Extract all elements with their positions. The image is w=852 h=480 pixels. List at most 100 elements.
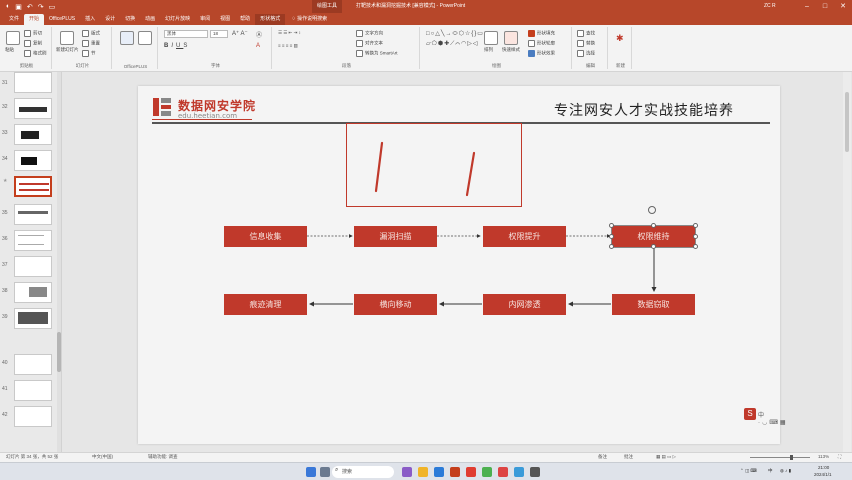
tab-view[interactable]: 视图 xyxy=(215,14,235,25)
flow-box-info-gathering[interactable]: 信息收集 xyxy=(224,226,307,247)
quick-styles-icon[interactable] xyxy=(504,31,518,45)
paste-button[interactable]: 粘贴 xyxy=(5,47,14,53)
tab-shape-format[interactable]: 形状格式 xyxy=(255,14,286,25)
smartart-button[interactable]: 转换为 SmartArt xyxy=(356,50,398,57)
slide-thumbnail[interactable] xyxy=(14,308,52,329)
officeplus-template-icon[interactable] xyxy=(138,31,152,45)
slide-thumbnail[interactable] xyxy=(14,98,52,119)
quick-styles-button[interactable]: 快速样式 xyxy=(502,47,520,53)
resize-handle[interactable] xyxy=(609,223,614,228)
slide-thumbnail[interactable] xyxy=(14,72,52,93)
new-icon[interactable]: ✱ xyxy=(616,33,624,44)
clock-time[interactable]: 21:00 xyxy=(818,465,829,470)
comments-button[interactable]: 批注 xyxy=(624,454,633,460)
slide-thumbnail[interactable] xyxy=(14,230,52,251)
copy-button[interactable]: 复制 xyxy=(24,40,42,47)
format-painter-button[interactable]: 格式刷 xyxy=(24,50,47,57)
tab-home[interactable]: 开始 xyxy=(24,14,45,25)
input-language[interactable]: 中 xyxy=(768,468,773,474)
undo-icon[interactable]: ↶ xyxy=(27,3,33,11)
reset-button[interactable]: 重置 xyxy=(82,40,100,47)
resize-handle[interactable] xyxy=(609,234,614,239)
replace-button[interactable]: 替换 xyxy=(577,40,595,47)
resize-handle[interactable] xyxy=(693,223,698,228)
taskview-icon[interactable] xyxy=(402,467,412,477)
tray-icons[interactable]: ⌃ ◫ ⌨ xyxy=(740,468,757,474)
tab-animations[interactable]: 动画 xyxy=(140,14,160,25)
slide-thumbnail[interactable] xyxy=(14,150,52,171)
network-icon[interactable]: ◍ ♪ ▮ xyxy=(780,468,791,474)
resize-handle[interactable] xyxy=(651,223,656,228)
find-button[interactable]: 查找 xyxy=(577,30,595,37)
edge-icon[interactable] xyxy=(434,467,444,477)
section-button[interactable]: 节 xyxy=(82,50,96,57)
app-icon[interactable] xyxy=(466,467,476,477)
cut-button[interactable]: 剪切 xyxy=(24,30,42,37)
tab-transitions[interactable]: 切换 xyxy=(120,14,140,25)
shapes-gallery[interactable]: □○△╲→⬭⬡☆{}▭ xyxy=(426,30,484,38)
taskbar-search[interactable]: 搜索 xyxy=(332,466,394,478)
notes-button[interactable]: 备注 xyxy=(598,454,607,460)
tab-officeplus[interactable]: OfficePLUS xyxy=(44,14,80,25)
present-icon[interactable]: ▭ xyxy=(49,3,56,11)
rotate-handle-icon[interactable] xyxy=(648,206,656,214)
font-grow-icon[interactable]: A⁺ A⁻ xyxy=(232,30,248,37)
flow-box-lateral-movement[interactable]: 横向移动 xyxy=(354,294,437,315)
scrollbar-thumb[interactable] xyxy=(845,92,849,152)
start-icon[interactable] xyxy=(306,467,316,477)
widgets-icon[interactable] xyxy=(320,467,330,477)
resize-handle[interactable] xyxy=(693,234,698,239)
canvas-scrollbar[interactable] xyxy=(843,72,851,452)
app-icon[interactable] xyxy=(514,467,524,477)
resize-handle[interactable] xyxy=(609,244,614,249)
thumbnail-scrollbar[interactable] xyxy=(57,72,61,452)
scrollbar-thumb[interactable] xyxy=(57,332,61,372)
arrange-button[interactable]: 排列 xyxy=(484,47,493,53)
align-icons[interactable]: ≡ ≡ ≡ ≡ ▥ xyxy=(278,43,298,49)
layout-button[interactable]: 版式 xyxy=(82,30,100,37)
tab-file[interactable]: 文件 xyxy=(4,14,24,25)
font-color-icon[interactable]: A xyxy=(256,43,260,49)
slide-thumbnail[interactable] xyxy=(14,406,52,427)
font-style-buttons[interactable]: BIUS xyxy=(164,43,190,49)
zoom-slider[interactable] xyxy=(750,457,810,458)
maximize-button[interactable]: □ xyxy=(816,0,834,13)
language-indicator[interactable]: 中文(中国) xyxy=(92,454,113,460)
font-size-select[interactable]: 18 xyxy=(210,30,228,38)
text-direction-button[interactable]: 文字方向 xyxy=(356,30,383,37)
flow-box-intranet-penetration[interactable]: 内网渗透 xyxy=(483,294,566,315)
zoom-slider-thumb[interactable] xyxy=(790,455,793,460)
tab-slideshow[interactable]: 幻灯片放映 xyxy=(160,14,195,25)
tab-help[interactable]: 帮助 xyxy=(235,14,255,25)
redo-icon[interactable]: ↷ xyxy=(38,3,44,11)
shape-effect-button[interactable]: 形状效果 xyxy=(528,50,555,57)
slide-thumbnail[interactable] xyxy=(14,204,52,225)
tab-design[interactable]: 设计 xyxy=(100,14,120,25)
slide-thumbnail[interactable] xyxy=(14,256,52,277)
view-buttons[interactable]: ▦ ▤ ▭ ▷ xyxy=(656,454,676,460)
wechat-icon[interactable] xyxy=(482,467,492,477)
tab-review[interactable]: 审阅 xyxy=(195,14,215,25)
resize-handle[interactable] xyxy=(693,244,698,249)
zoom-level[interactable]: 113% xyxy=(818,454,829,459)
bullets-icon[interactable]: ☰ ☰ ⇤ ⇥ ↕ xyxy=(278,30,301,36)
paste-icon[interactable] xyxy=(6,31,20,45)
slide-thumbnail[interactable] xyxy=(14,124,52,145)
flow-box-data-exfiltration[interactable]: 数据窃取 xyxy=(612,294,695,315)
shapes-gallery-row2[interactable]: ▱⬠⬢✚⟋⌒◠▷◁ xyxy=(426,40,479,48)
slide-thumbnail[interactable] xyxy=(14,380,52,401)
align-text-button[interactable]: 对齐文本 xyxy=(356,40,383,47)
select-button[interactable]: 选择 xyxy=(577,50,595,57)
slide-thumbnail[interactable] xyxy=(14,354,52,375)
tab-insert[interactable]: 插入 xyxy=(80,14,100,25)
slide[interactable]: 数据网安学院 edu.heetian.com 专注网安人才实战技能培养 信息收集… xyxy=(138,86,786,444)
flow-box-trace-cleanup[interactable]: 痕迹清理 xyxy=(224,294,307,315)
flow-box-priv-escalation[interactable]: 权限提升 xyxy=(483,226,566,247)
new-slide-icon[interactable] xyxy=(60,31,74,45)
user-name[interactable]: ZC R xyxy=(764,0,776,13)
font-name-select[interactable]: 黑体 xyxy=(164,30,208,38)
ime-toolbar-icons[interactable]: 中·◡⌨▦ xyxy=(758,410,788,426)
flow-box-vuln-scan[interactable]: 漏洞扫描 xyxy=(354,226,437,247)
shape-fill-button[interactable]: 形状填充 xyxy=(528,30,555,37)
accessibility-status[interactable]: 辅助功能: 调查 xyxy=(148,454,178,460)
